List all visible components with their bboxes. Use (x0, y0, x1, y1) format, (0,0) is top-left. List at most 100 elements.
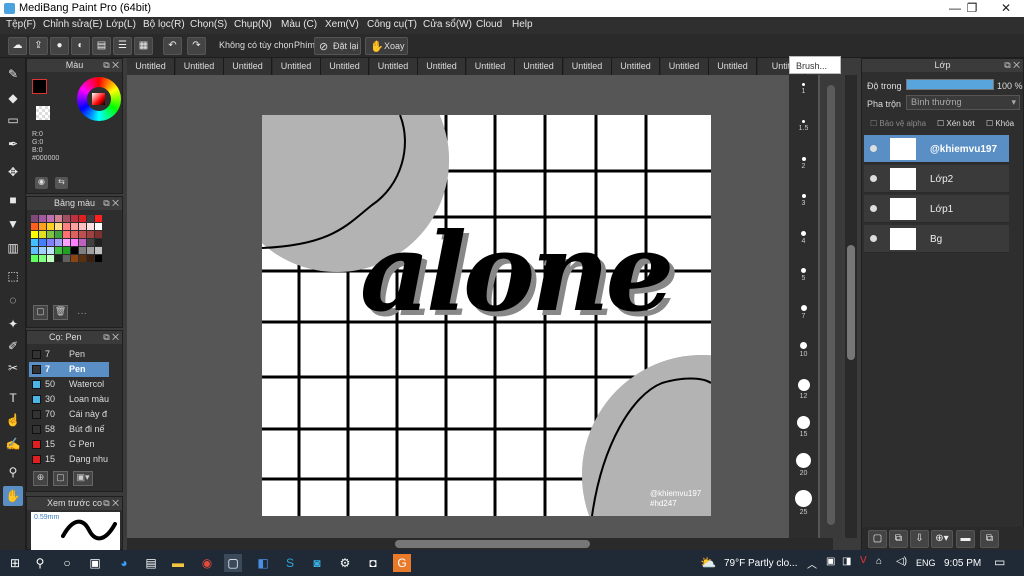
brush-size-dot[interactable] (795, 490, 812, 507)
brush-item[interactable]: 50 Watercol (29, 377, 109, 392)
palette-swatch[interactable] (47, 255, 54, 262)
palette-swatch[interactable] (55, 231, 62, 238)
operation-icon[interactable]: ☝ (3, 410, 23, 430)
eye-icon[interactable] (870, 175, 877, 182)
eye-icon[interactable] (870, 145, 877, 152)
palette-swatch[interactable] (55, 239, 62, 246)
palette-swatch[interactable] (87, 231, 94, 238)
horizontal-scroll-thumb[interactable] (395, 540, 590, 548)
bucket-icon[interactable]: ▼ (3, 214, 23, 234)
palette-more[interactable]: ··· (77, 308, 87, 319)
panel-close-icon[interactable]: ⧉ ✕ (103, 59, 119, 72)
protect-alpha-checkbox[interactable]: ☐ Bảo vệ alpha (870, 119, 926, 128)
file-explorer-icon[interactable]: ▬ (169, 554, 187, 572)
select-eraser-icon[interactable]: ✂ (3, 358, 23, 378)
palette-swatch[interactable] (87, 247, 94, 254)
copy-layer-icon[interactable]: ⧉ (889, 530, 908, 548)
primary-color-swatch[interactable] (32, 79, 47, 94)
lasso-icon[interactable]: ◌ (3, 290, 23, 310)
document-tab[interactable]: Untitled (127, 58, 175, 75)
color-wheel[interactable] (77, 77, 121, 121)
medibang-taskbar-icon[interactable]: ▢ (224, 554, 242, 572)
document-tab[interactable]: Untitled (224, 58, 272, 75)
vertical-scrollbar[interactable] (845, 75, 857, 538)
office-icon[interactable]: G (393, 554, 411, 572)
palette-swatch[interactable] (47, 239, 54, 246)
skype-icon[interactable]: S (281, 554, 299, 572)
document-tab[interactable]: Untitled (660, 58, 709, 75)
palette-swatch[interactable] (31, 223, 38, 230)
eraser-tool-icon[interactable]: ◆ (3, 88, 23, 108)
size-scroll-area[interactable] (820, 75, 842, 538)
palette-swatch[interactable] (31, 215, 38, 222)
color-swap-icon[interactable]: ⇆ (55, 177, 68, 189)
clock[interactable]: 9:05 PM (944, 558, 981, 569)
menu-edit[interactable]: Chỉnh sửa(E) (43, 19, 103, 30)
artwork-canvas[interactable]: alone @khiemvu197 #hd247 (262, 115, 711, 516)
windows-start-icon[interactable]: ⊞ (6, 554, 24, 572)
palette-swatch[interactable] (95, 247, 102, 254)
document-tab[interactable]: Untitled (612, 58, 660, 75)
layer-row[interactable]: Lớp1 (864, 195, 1009, 223)
edge-icon[interactable]: ◕ (115, 554, 133, 572)
fill-rect-icon[interactable]: ■ (3, 190, 23, 210)
tray-icon-1[interactable]: ▣ (826, 556, 835, 567)
palette-swatch[interactable] (63, 231, 70, 238)
palette-swatch[interactable] (79, 247, 86, 254)
pen-tool-icon[interactable]: ✒ (3, 134, 23, 154)
palette-swatch[interactable] (71, 247, 78, 254)
panel-close-icon[interactable]: ⧉ ✕ (103, 331, 119, 344)
share-icon[interactable]: ⇪ (29, 37, 48, 55)
text-tool-icon[interactable]: T (3, 388, 23, 408)
palette-swatch[interactable] (79, 231, 86, 238)
document-tab[interactable]: Untitled (321, 58, 369, 75)
menu-window[interactable]: Cửa sổ(W) (423, 19, 472, 30)
brush-item[interactable]: 15 Dạng nhu (29, 452, 109, 467)
chevron-up-icon[interactable]: ︿ (807, 556, 817, 571)
copy-brush-icon[interactable]: ▢ (53, 471, 68, 486)
palette-swatch[interactable] (71, 223, 78, 230)
panel-close-icon[interactable]: ⧉ ✕ (103, 197, 119, 210)
merge-layer-icon[interactable]: ⇩ (910, 530, 929, 548)
palette-swatch[interactable] (95, 215, 102, 222)
layer-row[interactable]: @khiemvu197 (864, 135, 1009, 163)
palette-swatch[interactable] (47, 223, 54, 230)
move-tool-icon[interactable]: ✥ (3, 162, 23, 182)
eye-icon[interactable] (870, 205, 877, 212)
brush-item[interactable]: 7 Pen (29, 362, 109, 377)
palette-swatch[interactable] (47, 231, 54, 238)
delete-layer-icon[interactable]: ⧉ (980, 530, 999, 548)
palette-swatch[interactable] (31, 231, 38, 238)
brush-size-dot[interactable] (801, 194, 806, 198)
palette-swatch[interactable] (87, 255, 94, 262)
blend-mode-select[interactable]: Bình thường ▾ (906, 95, 1020, 110)
select-pen-icon[interactable]: ✐ (3, 336, 23, 356)
reset-button[interactable]: ⊘ Đặt lại (314, 37, 361, 55)
palette-swatch[interactable] (63, 247, 70, 254)
palette-swatch[interactable] (71, 231, 78, 238)
brush-menu-icon[interactable]: ▣▾ (73, 471, 93, 486)
brush-size-dot[interactable] (801, 231, 806, 236)
select-rect-icon[interactable]: ⬚ (3, 266, 23, 286)
palette-swatch[interactable] (63, 223, 70, 230)
task-view-icon[interactable]: ▣ (86, 554, 104, 572)
chrome-icon[interactable]: ◉ (198, 554, 216, 572)
transparent-swatch[interactable] (36, 106, 50, 120)
document-tab[interactable]: Untitled (466, 58, 515, 75)
new-layer-icon[interactable]: ▢ (868, 530, 887, 548)
palette-swatch[interactable] (47, 215, 54, 222)
palette-swatches[interactable] (31, 215, 102, 262)
size-scrollbar-thumb[interactable] (827, 85, 835, 525)
palette-swatch[interactable] (95, 239, 102, 246)
brush-popup[interactable]: Brush... (789, 56, 841, 74)
palette-swatch[interactable] (87, 223, 94, 230)
menu-snap[interactable]: Chụp(N) (234, 19, 272, 30)
palette-swatch[interactable] (39, 239, 46, 246)
horizontal-scrollbar[interactable] (127, 538, 833, 550)
brush-size-dot[interactable] (801, 157, 806, 161)
clipping-checkbox[interactable]: ☐ Xén bớt (937, 119, 975, 128)
palette-swatch[interactable] (39, 223, 46, 230)
panel-close-icon[interactable]: ⧉ ✕ (103, 497, 119, 510)
network-icon[interactable]: ⌂ (876, 556, 882, 567)
document-tab[interactable]: Untitled (563, 58, 612, 75)
